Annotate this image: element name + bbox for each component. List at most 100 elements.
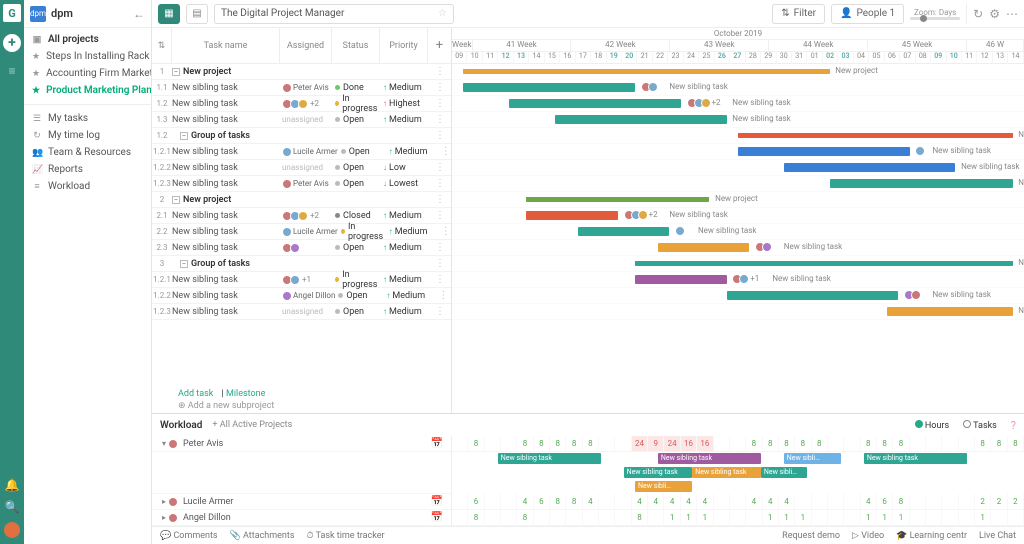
settings-icon[interactable]: ⚙ — [989, 7, 1000, 21]
request-demo-link[interactable]: Request demo — [782, 531, 840, 541]
sidebar-team[interactable]: 👥Team & Resources — [24, 144, 151, 161]
add-task-link[interactable]: Add task — [178, 389, 213, 399]
user-avatar[interactable] — [4, 522, 20, 538]
gantt-bar[interactable] — [463, 69, 829, 74]
task-row[interactable]: 1.2.2 New sibling task Angel Dillon Open… — [152, 288, 451, 304]
help-icon[interactable]: ? — [1011, 419, 1016, 432]
add-subproject-link[interactable]: ⊕ Add a new subproject — [178, 401, 451, 411]
task-row[interactable]: 1.2.1 New sibling task Lucile Armer Open… — [152, 144, 451, 160]
search-icon[interactable]: 🔍 — [5, 500, 20, 514]
sidebar-all-projects[interactable]: ▣All projects — [24, 31, 151, 48]
workload-task-bar[interactable]: New sibli… — [761, 467, 807, 478]
gantt-bar[interactable] — [658, 243, 750, 252]
workload-task-row: New sibli… — [452, 480, 1024, 494]
history-icon[interactable]: ↻ — [973, 7, 983, 21]
task-row[interactable]: 1.3 New sibling task unassigned Open ↑Me… — [152, 112, 451, 128]
workload-hours-radio[interactable]: Hours — [915, 420, 949, 431]
sidebar-workload[interactable]: ≡Workload — [24, 178, 151, 195]
gantt-view-button[interactable]: ▦ — [158, 4, 180, 24]
workload-task-bar[interactable]: New sibling task — [624, 467, 693, 478]
gantt-bar[interactable] — [738, 133, 1013, 138]
star-icon[interactable]: ☆ — [438, 8, 447, 19]
workload-tasks-radio[interactable]: Tasks — [963, 420, 997, 431]
task-row[interactable]: 1.2.2 New sibling task unassigned Open ↓… — [152, 160, 451, 176]
zoom-slider[interactable] — [910, 17, 960, 20]
col-assigned[interactable]: Assigned — [280, 28, 332, 63]
task-row[interactable]: 1.2.3 New sibling task Peter Avis Open ↓… — [152, 176, 451, 192]
video-link[interactable]: ▷ Video — [852, 531, 884, 541]
gantt-bar[interactable] — [635, 261, 1013, 266]
comments-tab[interactable]: 💬 Comments — [160, 531, 218, 541]
gantt-bar[interactable] — [578, 227, 670, 236]
col-status[interactable]: Status — [332, 28, 380, 63]
workload-person-row[interactable]: ▸Angel Dillon📅 — [152, 510, 451, 526]
sidebar-my-tasks[interactable]: ☰My tasks — [24, 110, 151, 127]
add-milestone-link[interactable]: Milestone — [226, 389, 265, 399]
col-priority[interactable]: Priority — [380, 28, 428, 63]
gantt-bar[interactable] — [555, 115, 727, 124]
timeline-day: 13 — [514, 52, 529, 64]
calendar-icon[interactable]: 📅 — [431, 496, 443, 507]
sidebar-project-2[interactable]: ★Product Marketing Plan Te… — [24, 82, 151, 99]
gantt-bar[interactable] — [635, 275, 727, 284]
workload-person-row[interactable]: ▸Lucile Armer📅 — [152, 494, 451, 510]
task-row[interactable]: 1 −New project ⋮ — [152, 64, 451, 80]
task-row[interactable]: 1.1 New sibling task Peter Avis Done ↑Me… — [152, 80, 451, 96]
gantt-row: New sibling — [452, 176, 1024, 192]
add-column-button[interactable]: + — [428, 28, 452, 63]
sort-icon[interactable]: ⇅ — [152, 28, 172, 63]
more-icon[interactable]: ⋯ — [1006, 7, 1018, 21]
workload-task-bar[interactable]: New sibling task — [498, 453, 601, 464]
gantt-bar[interactable] — [887, 307, 1013, 316]
gantt-bar[interactable] — [727, 291, 899, 300]
sidebar-project-1[interactable]: ★Accounting Firm Marketing… — [24, 65, 151, 82]
task-row[interactable]: 1.2 New sibling task +2 In progress ↑Hig… — [152, 96, 451, 112]
calendar-icon[interactable]: 📅 — [431, 512, 443, 523]
project-title-input[interactable]: The Digital Project Manager ☆ — [214, 4, 454, 24]
task-row[interactable]: 1.2.1 New sibling task +1 In progress ↑M… — [152, 272, 451, 288]
sidebar-project-0[interactable]: ★Steps In Installing Rack Mo… — [24, 48, 151, 65]
back-icon[interactable]: ← — [133, 7, 145, 21]
gantt-bar[interactable] — [509, 99, 681, 108]
bar-label: New sibling task — [932, 290, 990, 299]
workload-task-bar[interactable]: New sibli… — [635, 481, 692, 492]
sidebar-reports[interactable]: 📈Reports — [24, 161, 151, 178]
gantt-bar[interactable] — [463, 83, 635, 92]
create-button[interactable]: + — [3, 34, 21, 52]
task-row[interactable]: 1.2.3 New sibling task unassigned Open ↑… — [152, 304, 451, 320]
task-row[interactable]: 2.3 New sibling task Open ↑Medium ⋮ — [152, 240, 451, 256]
menu-icon[interactable]: ≡ — [8, 64, 15, 78]
calendar-icon[interactable]: 📅 — [431, 438, 443, 449]
workspace-switcher[interactable]: dpm dpm ← — [24, 0, 151, 28]
workload-task-bar[interactable]: New sibling task — [864, 453, 967, 464]
time-tracker-tab[interactable]: ⏱ Task time tracker — [307, 531, 385, 541]
task-row[interactable]: 1.2 −Group of tasks ⋮ — [152, 128, 451, 144]
gantt-bar[interactable] — [526, 211, 618, 220]
col-task-name[interactable]: Task name — [172, 28, 280, 63]
gantt-row: +1New sibling task — [452, 272, 1024, 288]
live-chat-link[interactable]: Live Chat — [979, 531, 1016, 541]
workload-task-bar[interactable]: New sibling task — [658, 453, 761, 464]
workload-person-row[interactable]: ▾Peter Avis📅 — [152, 436, 451, 452]
workload-filter[interactable]: + All Active Projects — [212, 420, 292, 430]
sidebar-time-log[interactable]: ↻My time log — [24, 127, 151, 144]
filter-button[interactable]: ⇅Filter — [772, 4, 825, 24]
task-row[interactable]: 2.1 New sibling task +2 Closed ↑Medium ⋮ — [152, 208, 451, 224]
gantt-bar[interactable] — [738, 147, 910, 156]
gantt-bar[interactable] — [526, 197, 709, 202]
workload-task-bar[interactable]: New sibling task — [692, 467, 761, 478]
people-button[interactable]: 👤People 1 — [831, 4, 904, 24]
task-row[interactable]: 3 −Group of tasks ⋮ — [152, 256, 451, 272]
gantt-bar[interactable] — [784, 163, 956, 172]
learning-link[interactable]: 🎓 Learning centr — [896, 531, 967, 541]
gantt-row: New project — [452, 192, 1024, 208]
task-row[interactable]: 2 −New project ⋮ — [152, 192, 451, 208]
bar-label: New sibling — [1018, 178, 1024, 187]
workload-task-bar[interactable]: New sibli… — [784, 453, 841, 464]
app-logo[interactable]: G — [3, 4, 21, 22]
gantt-bar[interactable] — [830, 179, 1013, 188]
board-view-button[interactable]: ▤ — [186, 4, 208, 24]
attachments-tab[interactable]: 📎 Attachments — [230, 531, 295, 541]
task-row[interactable]: 2.2 New sibling task Lucile Armer In pro… — [152, 224, 451, 240]
bell-icon[interactable]: 🔔 — [5, 478, 20, 492]
